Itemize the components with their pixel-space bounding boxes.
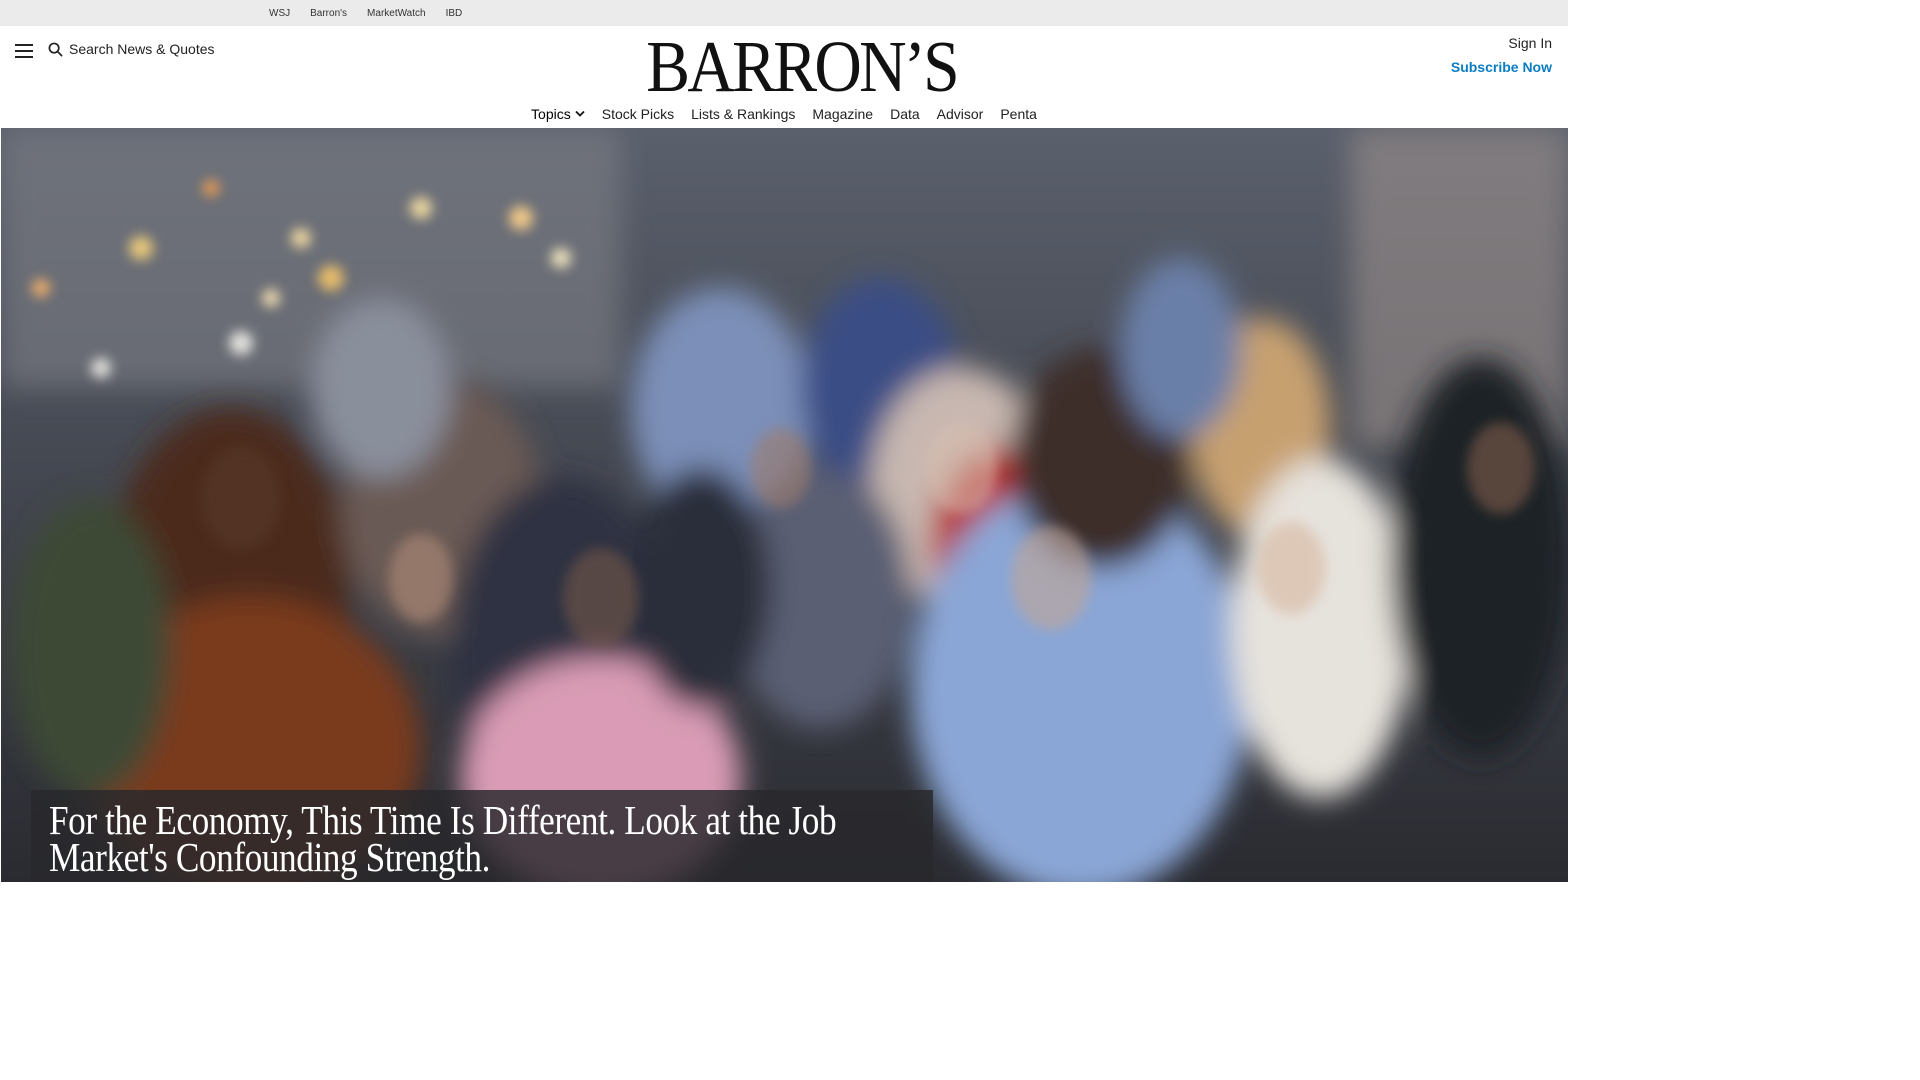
site-header: Search News & Quotes BARRON’S Sign In Su…: [0, 26, 1568, 128]
search-button[interactable]: Search News & Quotes: [48, 41, 215, 57]
hero-headline[interactable]: For the Economy, This Time Is Different.…: [49, 800, 918, 878]
sign-in-link[interactable]: Sign In: [1508, 35, 1552, 51]
hamburger-menu-icon[interactable]: [15, 42, 33, 58]
subscribe-now-link[interactable]: Subscribe Now: [1451, 59, 1552, 75]
nav-item-magazine[interactable]: Magazine: [812, 106, 873, 122]
nav-item-data[interactable]: Data: [890, 106, 920, 122]
main-nav: Topics Stock Picks Lists & Rankings Maga…: [0, 105, 1568, 123]
nav-item-topics[interactable]: Topics: [531, 106, 585, 122]
network-link-barrons[interactable]: Barron's: [310, 8, 347, 19]
nav-item-penta[interactable]: Penta: [1000, 106, 1037, 122]
search-icon: [48, 42, 63, 56]
nav-item-label: Topics: [531, 106, 571, 122]
hero-image-crowd: [1, 128, 1568, 882]
network-link-marketwatch[interactable]: MarketWatch: [367, 8, 426, 19]
search-label: Search News & Quotes: [69, 41, 215, 57]
nav-item-stock-picks[interactable]: Stock Picks: [602, 106, 674, 122]
nav-item-lists-rankings[interactable]: Lists & Rankings: [691, 106, 795, 122]
barrons-logo[interactable]: BARRON’S: [646, 30, 959, 103]
headline-box[interactable]: For the Economy, This Time Is Different.…: [31, 790, 933, 882]
hero-story[interactable]: For the Economy, This Time Is Different.…: [1, 128, 1568, 882]
nav-item-advisor[interactable]: Advisor: [937, 106, 984, 122]
chevron-down-icon: [575, 110, 585, 117]
network-link-wsj[interactable]: WSJ: [269, 8, 290, 19]
network-link-ibd[interactable]: IBD: [446, 8, 463, 19]
network-bar: WSJ Barron's MarketWatch IBD: [0, 0, 1568, 26]
